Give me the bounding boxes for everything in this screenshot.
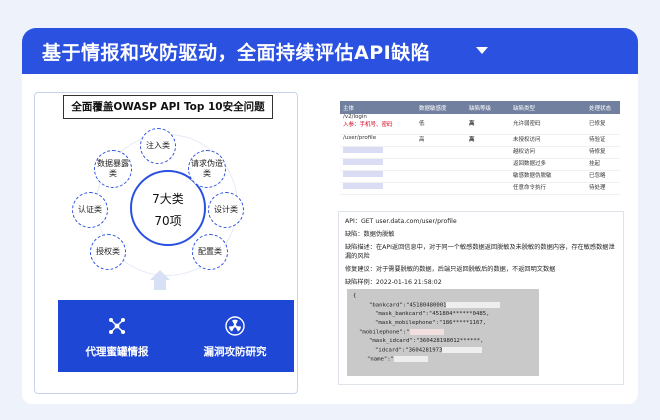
code-line: "mask_idcard":"360428198012******, <box>369 338 484 344</box>
table-row[interactable]: 越权访问 待修复 <box>340 146 620 159</box>
table-row[interactable]: 返回数据过多 挂起 <box>340 158 620 171</box>
code-line: { <box>353 293 357 299</box>
row-type: 允许弱密码 <box>510 114 586 135</box>
category-design: 设计类 <box>208 192 244 228</box>
row-subject: /v2/login 入参：手机号、密码 <box>340 114 416 135</box>
arrow-stem <box>154 280 166 290</box>
category-config: 配置类 <box>192 234 228 270</box>
detail-api: API：GET user.data.com/user/profile <box>345 218 457 225</box>
row-level <box>466 146 510 159</box>
row-subject: /user/profile <box>340 134 416 147</box>
defect-table: 主体 数据敏感度 缺陷等级 缺陷类型 处理状态 /v2/login 入参：手机号… <box>340 101 620 195</box>
code-line: "name":" <box>367 356 428 363</box>
defect-detail-panel: API：GET user.data.com/user/profile 缺陷：数据… <box>338 211 624 385</box>
radiation-icon <box>225 316 245 336</box>
vuln-research-box: 漏洞攻防研究 <box>176 300 294 372</box>
row-sensitivity <box>416 170 466 183</box>
row-status: 待验证 <box>586 134 620 147</box>
table-row[interactable]: 敏感数据伪脱敏 已忽略 <box>340 170 620 183</box>
row-level: 高 <box>466 134 510 147</box>
row-status: 已修复 <box>586 114 620 135</box>
row-subject-redacted <box>340 182 416 195</box>
row-type: 未授权访问 <box>510 134 586 147</box>
header-banner: 基于情报和攻防驱动，全面持续评估API缺陷 <box>22 28 638 74</box>
column-header: 数据敏感度 <box>416 101 466 114</box>
row-level <box>466 182 510 195</box>
table-row[interactable]: /user/profile 高 高 未授权访问 待验证 <box>340 134 620 147</box>
category-request-forgery: 请求伪造类 <box>188 150 226 188</box>
row-type: 任意命令执行 <box>510 182 586 195</box>
arrow-up-icon <box>150 270 170 280</box>
column-header: 主体 <box>340 101 416 114</box>
row-sensitivity: 高 <box>416 134 466 147</box>
row-subject-redacted <box>340 146 416 159</box>
code-line: "mobilephone":" <box>359 329 444 336</box>
category-authentication: 认证类 <box>72 192 108 228</box>
row-level <box>466 158 510 171</box>
detail-description: 缺陷描述：在API返回信息中，对于同一个敏感数据返回脱敏及未脱敏的数据内容，存在… <box>345 244 615 260</box>
item-count: 70项 <box>154 214 182 228</box>
row-subject-redacted <box>340 158 416 171</box>
network-icon <box>109 318 125 334</box>
detail-advice: 修复建议：对于需要脱敏的数据，后端只返回脱敏后的数据，不返回明文数据 <box>345 266 556 273</box>
banner-title: 基于情报和攻防驱动，全面持续评估API缺陷 <box>42 42 431 64</box>
code-line: "bankcard":"45180480001 <box>369 302 501 309</box>
vuln-research-label: 漏洞攻防研究 <box>203 346 267 358</box>
proxy-honeypot-label: 代理蜜罐情报 <box>85 346 149 358</box>
category-injection: 注入类 <box>140 128 176 164</box>
table-row[interactable]: /v2/login 入参：手机号、密码 低 高 允许弱密码 已修复 <box>340 114 620 135</box>
category-count: 7大类 <box>152 192 184 206</box>
row-sensitivity <box>416 146 466 159</box>
code-line: "mask_mobilephone":"186*****1167, <box>375 320 487 326</box>
code-line: "mask_bankcard":"451804******0485, <box>375 311 490 317</box>
table-header-row: 主体 数据敏感度 缺陷等级 缺陷类型 处理状态 <box>340 101 620 114</box>
sample-code-block: { "bankcard":"45180480001 "mask_bankcard… <box>347 289 539 376</box>
row-status: 已忽略 <box>586 170 620 183</box>
row-type: 返回数据过多 <box>510 158 586 171</box>
row-sensitivity <box>416 158 466 171</box>
column-header: 缺陷类型 <box>510 101 586 114</box>
table-row[interactable]: 任意命令执行 待处理 <box>340 182 620 195</box>
row-type: 敏感数据伪脱敏 <box>510 170 586 183</box>
row-subject-redacted <box>340 170 416 183</box>
column-header: 缺陷等级 <box>466 101 510 114</box>
coverage-title: 全面覆盖OWASP API Top 10安全问题 <box>63 95 273 119</box>
row-sensitivity <box>416 182 466 195</box>
row-status: 挂起 <box>586 158 620 171</box>
detail-defect: 缺陷：数据伪脱敏 <box>345 231 395 238</box>
proxy-honeypot-box: 代理蜜罐情报 <box>58 300 176 372</box>
chevron-down-icon[interactable] <box>476 47 488 54</box>
code-line: "idcard":"3604281973 <box>375 347 483 354</box>
category-authorization: 授权类 <box>90 234 126 270</box>
row-level <box>466 170 510 183</box>
subject-note: 入参：手机号、密码 <box>343 122 393 128</box>
row-status: 待处理 <box>586 182 620 195</box>
column-header: 处理状态 <box>586 101 620 114</box>
row-type: 越权访问 <box>510 146 586 159</box>
row-sensitivity: 低 <box>416 114 466 135</box>
category-data-exposure: 数据暴露类 <box>94 150 132 188</box>
row-level: 高 <box>466 114 510 135</box>
detail-sample: 缺陷样例：2022-01-16 21:58:02 <box>345 279 442 286</box>
row-status: 待修复 <box>586 146 620 159</box>
